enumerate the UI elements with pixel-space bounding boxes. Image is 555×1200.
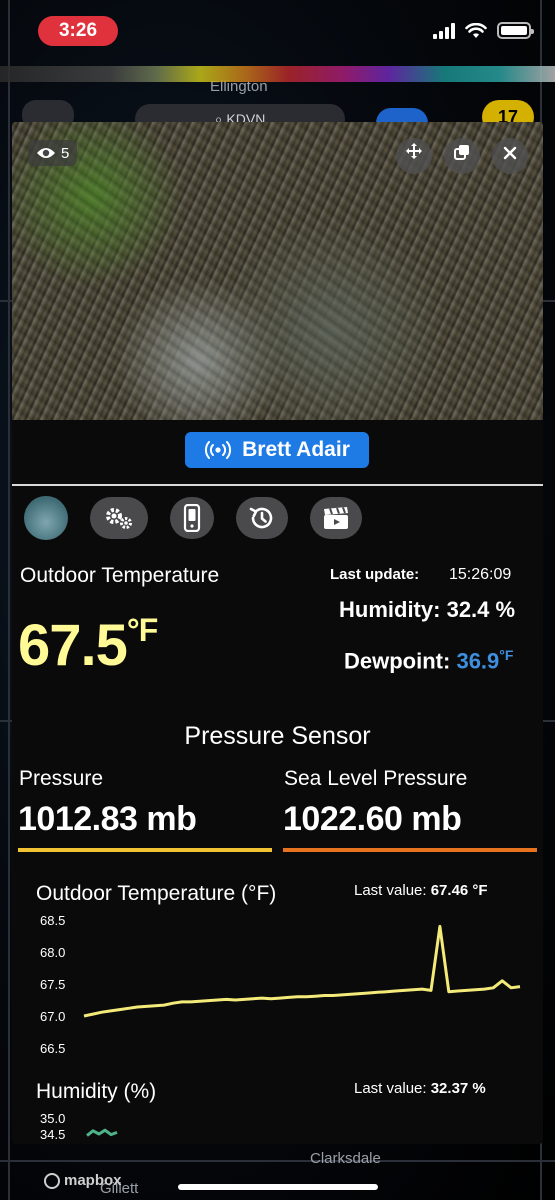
radar-color-legend [0, 66, 555, 82]
section-divider [12, 484, 543, 486]
humidity-last-value-number: 32.37 % [430, 1080, 486, 1097]
last-update-label: Last update: [330, 566, 420, 583]
broadcast-icon [205, 441, 232, 459]
outdoor-temperature-label: Outdoor Temperature [20, 564, 220, 587]
temperature-line-chart: 68.5 68.0 67.5 67.0 66.5 [40, 913, 521, 1056]
streamer-name-button[interactable]: Brett Adair [185, 432, 369, 468]
pressure-section-title: Pressure Sensor [184, 722, 371, 750]
y-tick-label: 66.5 [40, 1041, 65, 1056]
y-tick-label: 68.5 [40, 913, 65, 928]
sea-level-pressure-label: Sea Level Pressure [284, 767, 468, 790]
sea-level-pressure-value: 1022.60 mb [283, 800, 462, 838]
viewer-count-badge: 5 [28, 140, 78, 166]
pressure-value: 1012.83 mb [18, 800, 197, 838]
y-tick-label: 34.5 [40, 1127, 65, 1142]
station-photo-thumbnail[interactable] [24, 496, 68, 540]
temperature-chart-title: Outdoor Temperature (°F) [36, 882, 277, 905]
temperature-last-value: Last value: 67.46 °F [354, 882, 488, 899]
last-update-value: 15:26:09 [449, 566, 512, 583]
series-line [83, 924, 521, 1018]
status-bar: 3:26 [0, 0, 555, 62]
move-button[interactable] [396, 138, 432, 174]
map-road [0, 1160, 555, 1162]
picture-in-picture-button[interactable] [444, 138, 480, 174]
dewpoint-unit: °F [499, 647, 514, 663]
wifi-icon [465, 22, 487, 38]
y-tick-label: 67.5 [40, 977, 65, 992]
pressure-unit: mb [146, 800, 197, 838]
cellular-signal-icon [433, 22, 455, 39]
outdoor-temperature-unit: °F [126, 611, 158, 648]
move-arrows-icon [406, 143, 422, 159]
temperature-last-value-number: 67.46 °F [430, 882, 488, 899]
y-tick-label: 68.0 [40, 945, 65, 960]
device-button[interactable] [170, 497, 214, 539]
temperature-last-value-label: Last value: [354, 882, 427, 899]
map-label: Clarksdale [310, 1150, 381, 1167]
pressure-bar [18, 848, 272, 852]
video-clips-button[interactable] [310, 497, 362, 539]
live-video-feed[interactable]: 5 [12, 122, 543, 420]
home-indicator[interactable] [178, 1184, 378, 1190]
tool-icon-row [24, 496, 362, 540]
viewer-count: 5 [61, 144, 70, 162]
dewpoint-value: 36.9 [456, 648, 500, 674]
humidity-last-value-label: Last value: [354, 1080, 427, 1097]
station-card: 5 Brett Adair Outdoor Temperature 67.5°F… [12, 122, 543, 1144]
dewpoint-reading: Dewpoint: 36.9°F [344, 647, 513, 674]
dewpoint-label: Dewpoint: [344, 648, 451, 674]
map-road [8, 0, 10, 1200]
status-time: 3:26 [38, 16, 118, 46]
mapbox-attribution: mapbox [44, 1172, 122, 1189]
humidity-label: Humidity: [339, 597, 441, 622]
humidity-chart-title: Humidity (%) [36, 1080, 157, 1103]
settings-button[interactable] [90, 497, 148, 539]
mapbox-label: mapbox [64, 1172, 122, 1189]
sea-level-pressure-bar [283, 848, 537, 852]
close-button[interactable] [492, 138, 528, 174]
humidity-line-chart: 35.034.5 [40, 1111, 118, 1142]
humidity-last-value: Last value: 32.37 % [354, 1080, 486, 1097]
history-button[interactable] [236, 497, 288, 539]
humidity-reading: Humidity: 32.4 % [339, 597, 515, 623]
y-tick-label: 35.0 [40, 1111, 65, 1126]
pip-icon [454, 145, 469, 160]
pressure-label: Pressure [19, 767, 104, 790]
clapperboard-icon [324, 507, 348, 529]
humidity-value: 32.4 % [446, 597, 516, 622]
y-tick-label: 67.0 [40, 1009, 65, 1024]
history-clock-icon [249, 507, 273, 529]
streamer-name: Brett Adair [242, 438, 350, 461]
sea-level-pressure-unit: mb [411, 800, 462, 838]
series-line [86, 1128, 118, 1137]
outdoor-temperature-value: 67.5°F [18, 611, 158, 678]
phone-icon [183, 504, 201, 532]
close-icon [503, 146, 517, 160]
gears-icon [106, 508, 132, 529]
eye-icon [37, 148, 55, 158]
mapbox-logo-icon [44, 1172, 60, 1189]
battery-icon [497, 22, 534, 39]
